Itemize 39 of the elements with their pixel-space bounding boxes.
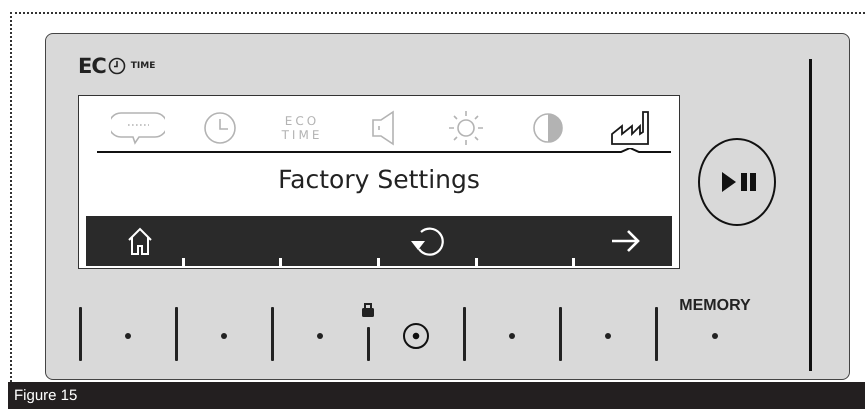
memory-label: MEMORY — [679, 297, 751, 315]
padlock-icon — [362, 301, 374, 317]
chat-bubble-icon — [111, 110, 165, 146]
play-pause-icon — [722, 172, 756, 192]
clock-icon — [203, 111, 237, 145]
separator-line — [558, 307, 562, 361]
sun-icon — [446, 108, 486, 148]
separator-line — [174, 307, 178, 361]
soft-key-button[interactable] — [126, 226, 154, 256]
figure-caption: Figure 15 — [8, 382, 865, 409]
separator-line — [78, 307, 82, 361]
separator-line — [462, 307, 466, 361]
separator-line — [654, 307, 658, 361]
separator-line — [270, 307, 274, 361]
touch-key-dot[interactable] — [221, 333, 227, 339]
logo-text: EC — [78, 54, 106, 78]
touch-key-dot[interactable] — [605, 333, 611, 339]
touch-key-dot[interactable] — [125, 333, 131, 339]
screen-title: Factory Settings — [278, 164, 480, 196]
soft-key-button[interactable] — [408, 225, 447, 257]
menu-tab[interactable] — [425, 108, 507, 156]
touch-key-target[interactable] — [403, 323, 429, 349]
eco-time-tab[interactable]: ECO TIME — [261, 108, 343, 156]
logo-text: TIME — [130, 61, 156, 71]
right-arrow-icon — [610, 228, 642, 254]
factory-icon — [610, 110, 650, 146]
touch-key-dot[interactable] — [509, 333, 515, 339]
touch-key-dot[interactable] — [712, 333, 718, 339]
menu-tab[interactable] — [589, 108, 671, 156]
play-pause-button[interactable] — [698, 138, 776, 226]
touch-key-dot[interactable] — [317, 333, 323, 339]
soft-key-button[interactable] — [610, 228, 642, 254]
counterclockwise-arrow-icon — [408, 225, 447, 257]
separator-line — [366, 327, 370, 361]
contrast-icon — [531, 111, 565, 145]
speaker-icon — [371, 110, 397, 146]
clock-icon — [108, 57, 126, 75]
home-icon — [126, 226, 154, 256]
menu-tab[interactable] — [343, 108, 425, 156]
